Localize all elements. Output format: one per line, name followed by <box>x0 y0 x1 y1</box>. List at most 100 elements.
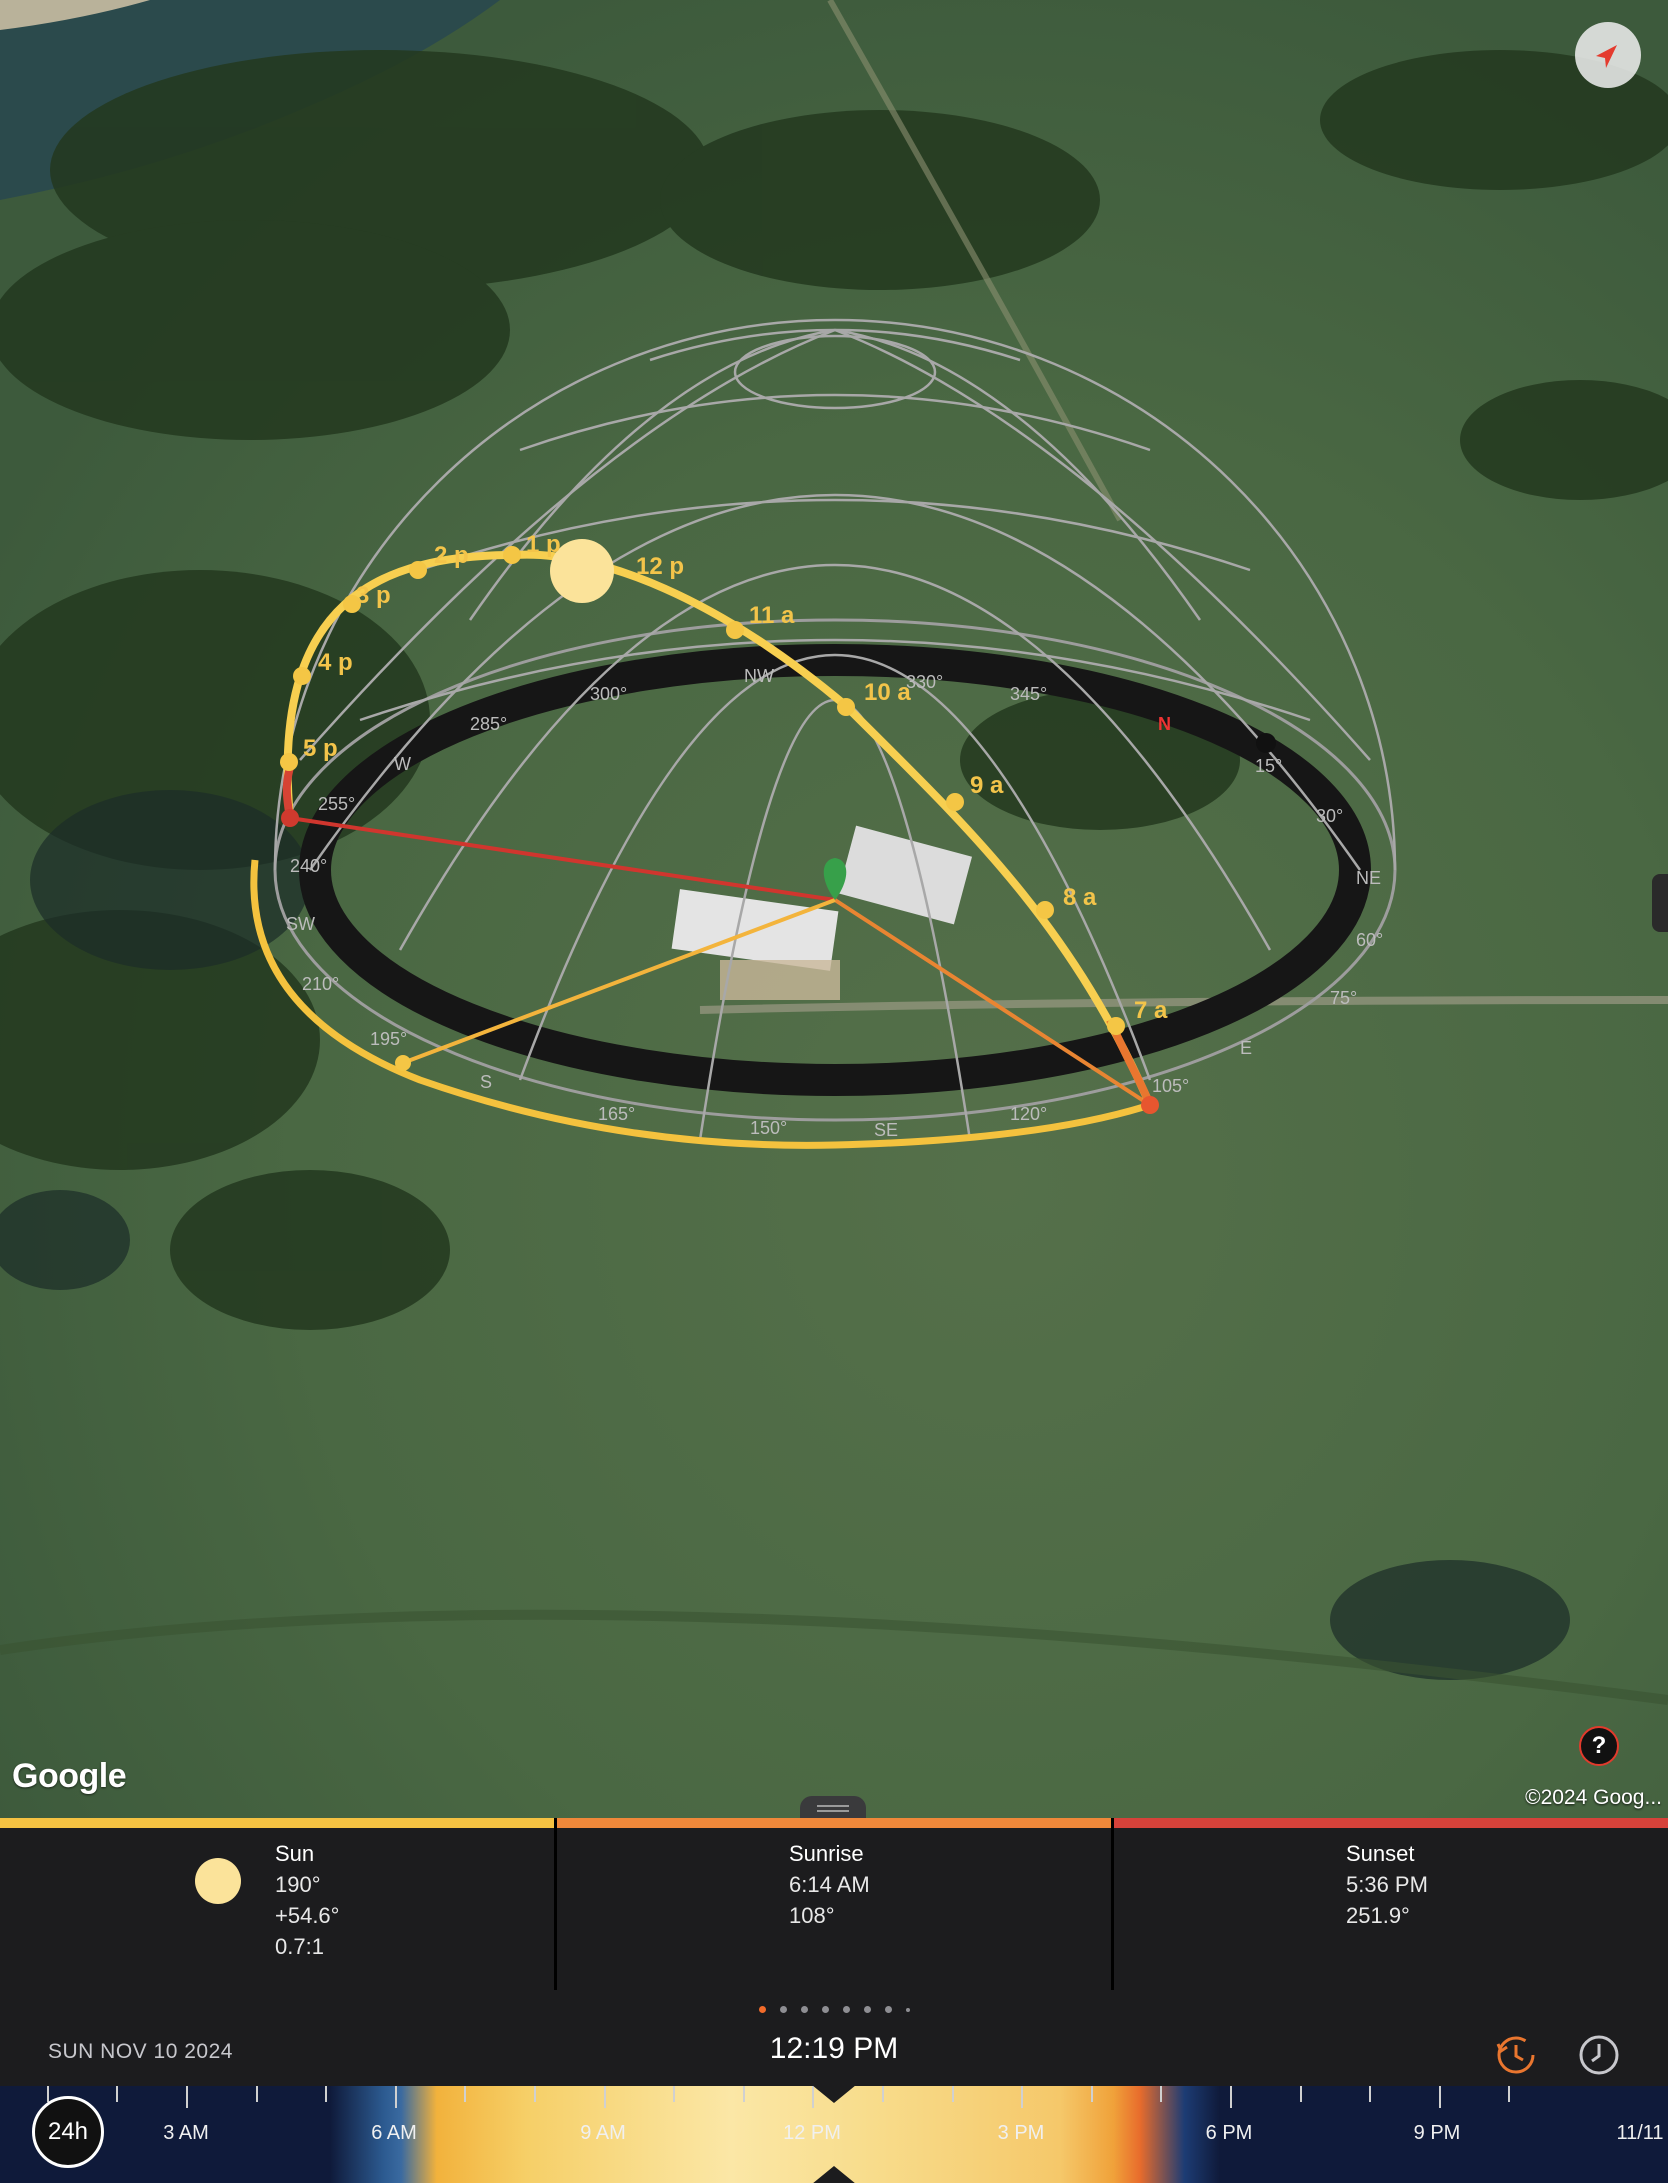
timeline-tick <box>1369 2086 1371 2102</box>
timeline-label: 9 PM <box>1413 2122 1461 2144</box>
svg-text:105°: 105° <box>1152 1076 1189 1096</box>
sun-info[interactable]: Sun 190° +54.6° 0.7:1 <box>0 1818 554 1990</box>
sunrise-info[interactable]: Sunrise 6:14 AM 108° <box>554 1818 1111 1990</box>
timeline-tick <box>186 2086 188 2108</box>
page-dot[interactable] <box>758 2006 766 2013</box>
time-slider[interactable]: 3 AM 6 AM 9 AM 12 PM 3 PM 6 PM 9 PM 11/1… <box>0 2086 1668 2183</box>
sun-title: Sun <box>275 1841 315 1866</box>
timeline-tick <box>464 2086 466 2102</box>
svg-text:N: N <box>1158 714 1171 734</box>
timeline-tick <box>1021 2086 1023 2108</box>
svg-text:255°: 255° <box>318 794 355 814</box>
page-indicator[interactable] <box>0 2006 1668 2013</box>
svg-text:300°: 300° <box>590 684 627 704</box>
svg-text:W: W <box>394 754 411 774</box>
sun-color-bar <box>0 1818 554 1828</box>
drag-handle[interactable] <box>800 1796 866 1818</box>
svg-text:285°: 285° <box>470 714 507 734</box>
sunrise-azimuth: 108° <box>789 1903 835 1928</box>
timeline-tick <box>604 2086 606 2108</box>
timeline-tick <box>534 2086 536 2102</box>
help-button[interactable]: ? <box>1579 1726 1619 1766</box>
timeline-tick <box>882 2086 884 2102</box>
svg-text:75°: 75° <box>1330 988 1357 1008</box>
svg-text:E: E <box>1240 1038 1252 1058</box>
hour-label: 7 a <box>1134 997 1168 1024</box>
time-pointer-bottom <box>812 2166 856 2183</box>
google-logo: Google <box>12 1757 127 1795</box>
svg-text:240°: 240° <box>290 856 327 876</box>
24h-toggle-button[interactable]: 24h <box>32 2096 104 2168</box>
hour-label: 9 a <box>970 772 1004 799</box>
svg-text:195°: 195° <box>370 1029 407 1049</box>
timeline-label: 3 AM <box>163 2122 209 2144</box>
svg-text:SW: SW <box>286 914 315 934</box>
timeline-tick <box>1300 2086 1302 2102</box>
sun-shadow-ratio: 0.7:1 <box>275 1934 324 1959</box>
timeline-tick <box>256 2086 258 2102</box>
time-label[interactable]: 12:19 PM <box>0 2032 1668 2066</box>
svg-text:S: S <box>480 1072 492 1092</box>
svg-text:NW: NW <box>744 666 774 686</box>
svg-text:30°: 30° <box>1316 806 1343 826</box>
page-dot[interactable] <box>905 2008 910 2012</box>
page-dot[interactable] <box>863 2006 871 2013</box>
page-dot[interactable] <box>779 2006 787 2013</box>
hour-label: 4 p <box>318 649 353 676</box>
timeline-tick <box>952 2086 954 2102</box>
timeline-label: 9 AM <box>580 2122 626 2144</box>
page-dot[interactable] <box>842 2006 850 2013</box>
sun-elevation: +54.6° <box>275 1903 340 1928</box>
sunrise-color-bar <box>557 1818 1111 1828</box>
timeline-tick <box>116 2086 118 2102</box>
hour-label: 5 p <box>303 735 338 762</box>
sunset-info[interactable]: Sunset 5:36 PM 251.9° <box>1111 1818 1668 1990</box>
timeline-tick <box>743 2086 745 2102</box>
timeline-label: 6 AM <box>371 2122 417 2144</box>
compass-arrow-icon <box>1596 45 1617 68</box>
compass-button[interactable] <box>1575 22 1641 88</box>
page-dot[interactable] <box>800 2006 808 2013</box>
page-dot[interactable] <box>884 2006 892 2013</box>
hour-label: 10 a <box>864 679 911 706</box>
satellite-scene: 7 a 8 a 9 a 10 a 11 a 12 p 1 p 2 p 3 p 4… <box>0 0 1668 1818</box>
svg-text:SE: SE <box>874 1120 898 1140</box>
timeline-label: 6 PM <box>1205 2122 1253 2144</box>
map-copyright: ©2024 Goog... <box>1525 1786 1662 1809</box>
hour-label: 8 a <box>1063 884 1097 911</box>
sunrise-time: 6:14 AM <box>789 1872 870 1897</box>
timeline-label: 12 PM <box>783 2122 841 2144</box>
svg-text:345°: 345° <box>1010 684 1047 704</box>
timeline-tick <box>1439 2086 1441 2108</box>
sun-icon <box>195 1858 241 1904</box>
timeline-tick <box>1230 2086 1232 2108</box>
svg-text:165°: 165° <box>598 1104 635 1124</box>
timeline-tick <box>395 2086 397 2108</box>
time-pointer[interactable] <box>812 2086 856 2103</box>
svg-text:15°: 15° <box>1255 756 1282 776</box>
timeline-tick <box>1160 2086 1162 2102</box>
history-clock-icon[interactable] <box>1495 2034 1537 2076</box>
timeline-label: 11/11 <box>1616 2122 1664 2144</box>
sunset-time: 5:36 PM <box>1346 1872 1428 1897</box>
sun-azimuth: 190° <box>275 1872 321 1897</box>
map-view[interactable]: 7 a 8 a 9 a 10 a 11 a 12 p 1 p 2 p 3 p 4… <box>0 0 1668 1818</box>
svg-text:120°: 120° <box>1010 1104 1047 1124</box>
timeline-tick <box>47 2086 49 2102</box>
timeline-label: 3 PM <box>997 2122 1045 2144</box>
hour-label: 1 p <box>526 531 561 558</box>
svg-text:150°: 150° <box>750 1118 787 1138</box>
hour-label: 3 p <box>356 582 391 609</box>
svg-text:60°: 60° <box>1356 930 1383 950</box>
page-dot[interactable] <box>821 2006 829 2013</box>
timeline-tick <box>1508 2086 1510 2102</box>
hour-label: 11 a <box>749 602 795 629</box>
hour-label: 12 p <box>636 553 684 580</box>
svg-text:210°: 210° <box>302 974 339 994</box>
sunset-title: Sunset <box>1346 1841 1415 1866</box>
info-panel: Sun 190° +54.6° 0.7:1 Sunrise 6:14 AM 10… <box>0 1818 1668 1990</box>
hour-label: 2 p <box>434 542 469 569</box>
side-panel-handle[interactable] <box>1652 874 1668 932</box>
clock-icon[interactable] <box>1578 2034 1620 2076</box>
timeline-tick <box>325 2086 327 2102</box>
